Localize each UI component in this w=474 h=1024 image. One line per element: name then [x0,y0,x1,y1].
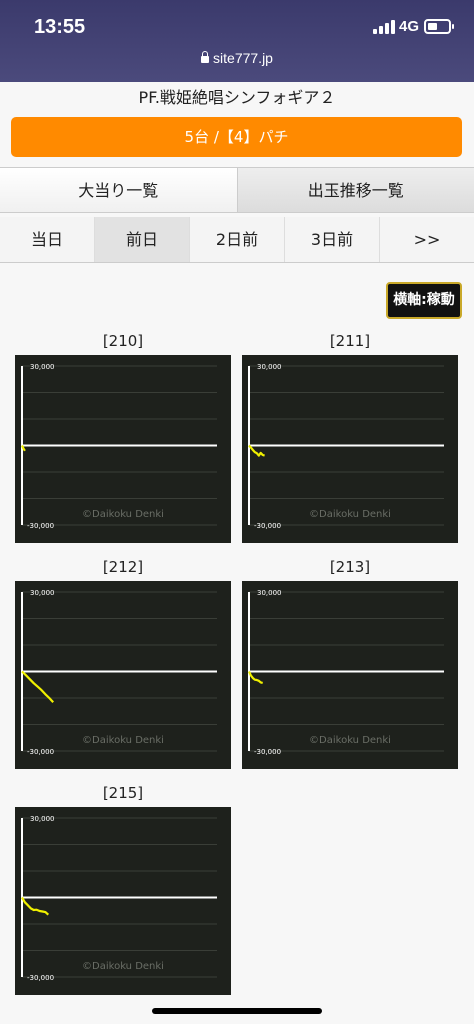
lock-icon [201,51,210,63]
chart-title: [215] [102,784,144,802]
y-tick-label: -30,000 [27,748,54,756]
chart-title: [211] [329,332,371,350]
view-tabs: 大当り一覧 出玉推移一覧 [0,167,474,213]
chart-title: [210] [102,332,144,350]
chart-card[interactable]: [211] 30,000 -30,000 ©Daikoku Denki [242,330,458,543]
chart-title: [212] [102,558,144,576]
day-more[interactable]: >> [380,217,474,262]
chart-svg: 30,000 -30,000 ©Daikoku Denki [21,363,217,530]
watermark: ©Daikoku Denki [82,509,164,520]
payout-chart: 30,000 -30,000 ©Daikoku Denki [15,807,231,995]
payout-chart: 30,000 -30,000 ©Daikoku Denki [242,355,458,543]
y-tick-label: 30,000 [30,363,55,371]
watermark: ©Daikoku Denki [309,735,391,746]
x-axis-toggle-button[interactable]: 横軸:稼動 [386,282,462,319]
status-time: 13:55 [34,16,86,38]
chart-title: [213] [329,558,371,576]
watermark: ©Daikoku Denki [82,961,164,972]
network-type: 4G [399,18,420,35]
watermark: ©Daikoku Denki [82,735,164,746]
y-tick-label: -30,000 [254,748,281,756]
cellular-signal-icon [373,20,395,34]
payout-line [248,671,263,684]
payout-line [248,444,265,457]
battery-icon [424,19,454,34]
day-selector: 当日 前日 2日前 3日前 >> [0,217,474,263]
day-today[interactable]: 当日 [0,217,95,262]
day-3-days-ago[interactable]: 3日前 [285,217,380,262]
watermark: ©Daikoku Denki [309,509,391,520]
y-tick-label: -30,000 [254,522,281,530]
payout-line [21,896,50,916]
tab-jackpot-list[interactable]: 大当り一覧 [0,168,238,212]
status-bar: 13:55 4G site777.jp [0,0,474,82]
chart-card[interactable]: [213] 30,000 -30,000 ©Daikoku Denki [242,556,458,769]
chart-card[interactable]: [215] 30,000 -30,000 ©Daikoku Denki [15,782,231,995]
chart-svg: 30,000 -30,000 ©Daikoku Denki [248,363,444,530]
chart-svg: 30,000 -30,000 ©Daikoku Denki [21,589,217,756]
y-tick-label: 30,000 [257,363,282,371]
page-title: PF.戦姫絶唱シンフォギア２ [138,88,336,107]
chart-card[interactable]: [210] 30,000 -30,000 ©Daikoku Denki [15,330,231,543]
address-bar[interactable]: site777.jp [0,50,474,66]
day-2-days-ago[interactable]: 2日前 [190,217,285,262]
y-tick-label: -30,000 [27,522,54,530]
tab-payout-history[interactable]: 出玉推移一覧 [237,168,474,212]
day-yesterday[interactable]: 前日 [95,217,190,262]
chart-card[interactable]: [212] 30,000 -30,000 ©Daikoku Denki [15,556,231,769]
chart-svg: 30,000 -30,000 ©Daikoku Denki [21,815,217,982]
home-indicator[interactable] [152,1008,322,1014]
y-tick-label: 30,000 [30,589,55,597]
payout-chart: 30,000 -30,000 ©Daikoku Denki [242,581,458,769]
payout-chart: 30,000 -30,000 ©Daikoku Denki [15,355,231,543]
y-tick-label: 30,000 [30,815,55,823]
url-text: site777.jp [213,50,273,66]
payout-chart: 30,000 -30,000 ©Daikoku Denki [15,581,231,769]
y-tick-label: -30,000 [27,974,54,982]
y-tick-label: 30,000 [257,589,282,597]
chart-svg: 30,000 -30,000 ©Daikoku Denki [248,589,444,756]
machine-banner-button[interactable]: 5台 /【4】パチ [11,117,462,157]
